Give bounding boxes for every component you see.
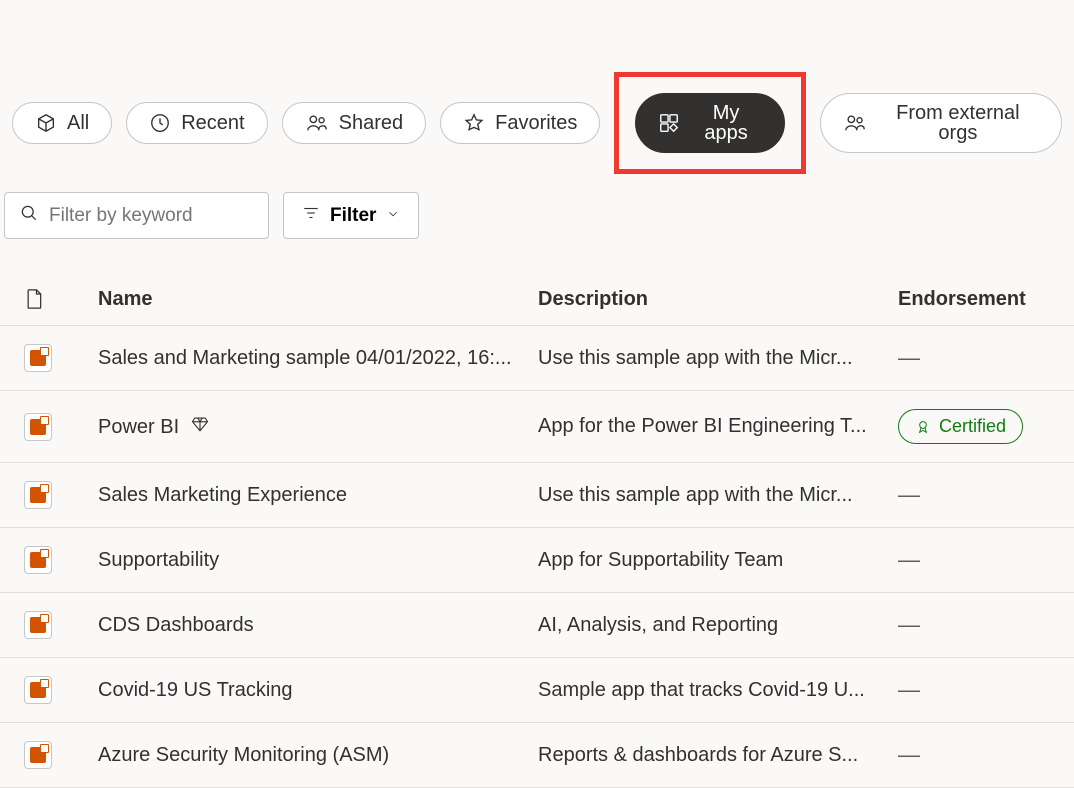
certified-badge: Certified xyxy=(898,409,1023,444)
cell-name: CDS Dashboards xyxy=(98,614,538,637)
cell-endorsement: Certified xyxy=(898,409,1074,444)
people-icon xyxy=(305,112,329,134)
cell-description: Use this sample app with the Micr... xyxy=(538,347,898,370)
app-type-icon xyxy=(24,611,98,639)
cell-name: Supportability xyxy=(98,549,538,572)
tab-favorites[interactable]: Favorites xyxy=(440,102,600,144)
table-body: Sales and Marketing sample 04/01/2022, 1… xyxy=(0,326,1074,788)
cell-description: Sample app that tracks Covid-19 U... xyxy=(538,679,898,702)
column-name[interactable]: Name xyxy=(98,288,538,311)
cell-description: App for Supportability Team xyxy=(538,549,898,572)
app-type-icon xyxy=(24,546,98,574)
app-type-icon xyxy=(24,676,98,704)
app-type-icon xyxy=(24,481,98,509)
cell-description: App for the Power BI Engineering T... xyxy=(538,415,898,438)
table-row[interactable]: Covid-19 US TrackingSample app that trac… xyxy=(0,658,1074,723)
tab-external-label: From external orgs xyxy=(877,103,1039,143)
cell-name: Covid-19 US Tracking xyxy=(98,679,538,702)
cell-endorsement: — xyxy=(898,742,1074,768)
search-input[interactable] xyxy=(49,205,254,227)
column-description[interactable]: Description xyxy=(538,288,898,311)
cell-endorsement: — xyxy=(898,345,1074,371)
apps-icon xyxy=(658,112,680,134)
tab-favorites-label: Favorites xyxy=(495,113,577,133)
tab-my-apps[interactable]: My apps xyxy=(635,93,784,153)
cell-endorsement: — xyxy=(898,677,1074,703)
chevron-down-icon xyxy=(386,205,400,227)
highlight-box: My apps xyxy=(614,72,805,174)
cell-endorsement: — xyxy=(898,482,1074,508)
cell-description: Reports & dashboards for Azure S... xyxy=(538,744,898,767)
cell-endorsement: — xyxy=(898,612,1074,638)
clock-icon xyxy=(149,112,171,134)
cell-endorsement: — xyxy=(898,547,1074,573)
cell-name: Azure Security Monitoring (ASM) xyxy=(98,744,538,767)
table-row[interactable]: Sales and Marketing sample 04/01/2022, 1… xyxy=(0,326,1074,391)
cell-name: Sales Marketing Experience xyxy=(98,484,538,507)
tab-shared-label: Shared xyxy=(339,113,404,133)
cube-icon xyxy=(35,112,57,134)
tab-shared[interactable]: Shared xyxy=(282,102,427,144)
filter-tabs-row: All Recent Shared Favorites My apps From… xyxy=(0,0,1074,174)
filter-button[interactable]: Filter xyxy=(283,192,419,239)
toolbar: Filter xyxy=(0,174,1074,239)
filter-button-label: Filter xyxy=(330,205,376,227)
column-endorsement[interactable]: Endorsement xyxy=(898,288,1074,311)
star-icon xyxy=(463,112,485,134)
tab-all[interactable]: All xyxy=(12,102,112,144)
table-row[interactable]: Azure Security Monitoring (ASM)Reports &… xyxy=(0,723,1074,788)
table-row[interactable]: Power BIApp for the Power BI Engineering… xyxy=(0,391,1074,463)
app-type-icon xyxy=(24,344,98,372)
column-type[interactable] xyxy=(24,287,98,311)
apps-table: Name Description Endorsement Sales and M… xyxy=(0,273,1074,788)
tab-external-orgs[interactable]: From external orgs xyxy=(820,93,1062,153)
premium-diamond-icon xyxy=(191,415,209,433)
cell-description: AI, Analysis, and Reporting xyxy=(538,614,898,637)
search-box[interactable] xyxy=(4,192,269,239)
table-row[interactable]: SupportabilityApp for Supportability Tea… xyxy=(0,528,1074,593)
cell-name: Sales and Marketing sample 04/01/2022, 1… xyxy=(98,347,538,370)
table-row[interactable]: Sales Marketing ExperienceUse this sampl… xyxy=(0,463,1074,528)
tab-my-apps-label: My apps xyxy=(690,103,761,143)
tab-recent-label: Recent xyxy=(181,113,244,133)
app-type-icon xyxy=(24,741,98,769)
people-external-icon xyxy=(843,112,867,134)
cell-name: Power BI xyxy=(98,415,538,439)
tab-all-label: All xyxy=(67,113,89,133)
tab-recent[interactable]: Recent xyxy=(126,102,267,144)
table-row[interactable]: CDS DashboardsAI, Analysis, and Reportin… xyxy=(0,593,1074,658)
app-type-icon xyxy=(24,413,98,441)
filter-icon xyxy=(302,204,320,228)
table-header: Name Description Endorsement xyxy=(0,273,1074,326)
search-icon xyxy=(19,203,39,228)
cell-description: Use this sample app with the Micr... xyxy=(538,484,898,507)
